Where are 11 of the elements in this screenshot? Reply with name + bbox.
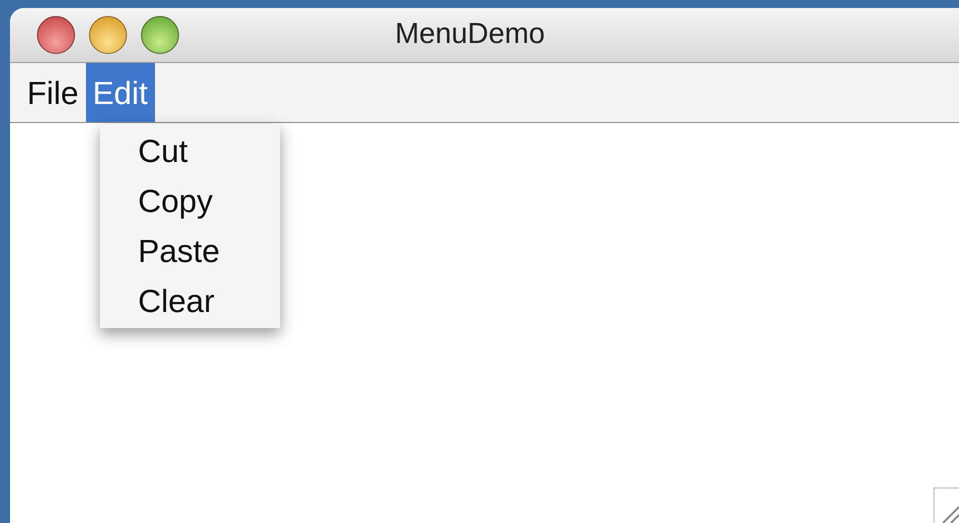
zoom-icon[interactable] <box>141 16 179 54</box>
menu-option[interactable]: Cut <box>100 126 280 176</box>
menu-option[interactable]: Copy <box>100 176 280 226</box>
minimize-icon[interactable] <box>89 16 127 54</box>
menu-item[interactable]: Edit <box>86 63 155 122</box>
menu-option[interactable]: Paste <box>100 226 280 276</box>
menu-option[interactable]: Clear <box>100 276 280 326</box>
close-icon[interactable] <box>37 16 75 54</box>
window-title: MenuDemo <box>395 17 545 52</box>
menu-item[interactable]: File <box>20 63 86 122</box>
resize-grip-icon <box>933 487 959 523</box>
